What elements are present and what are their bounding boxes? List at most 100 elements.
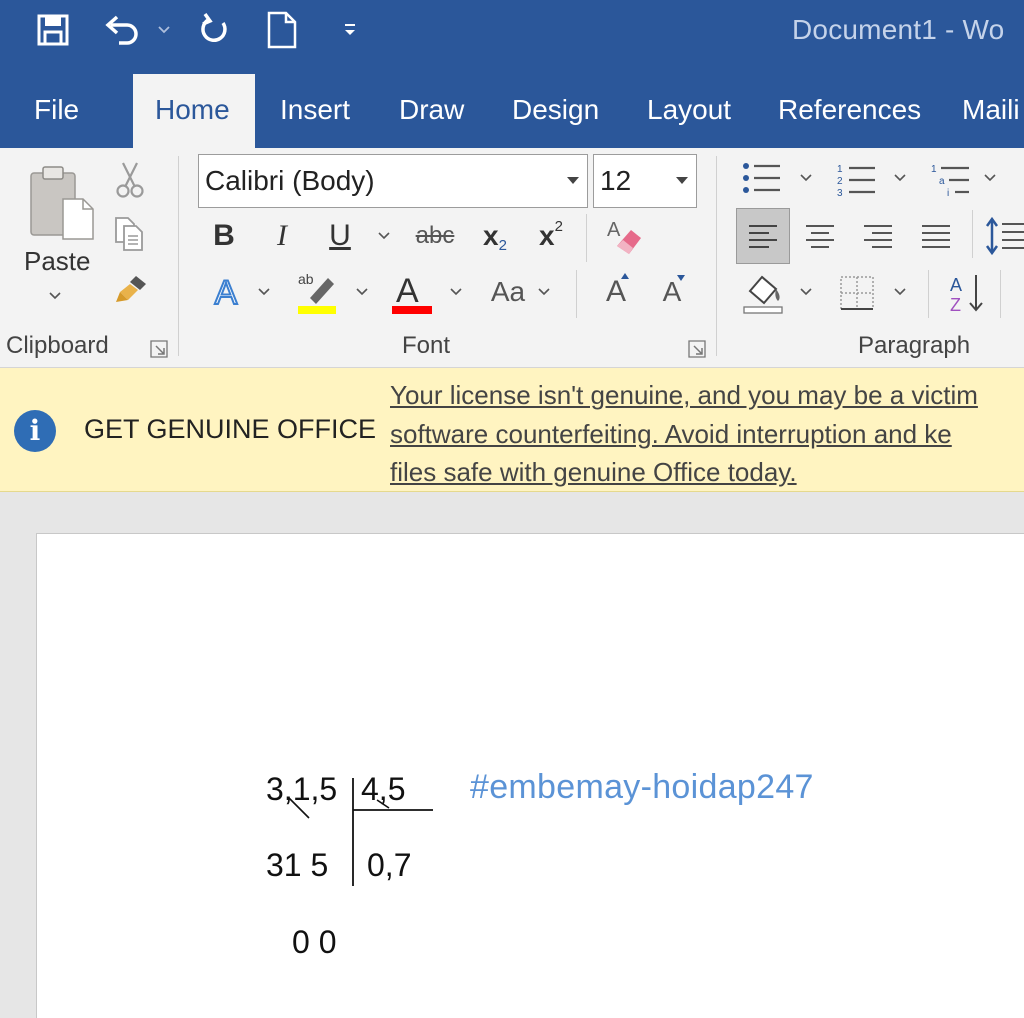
font-color-dropdown-icon[interactable] [446, 284, 466, 300]
document-page[interactable]: 3,1,5 4,5 31 5 0,7 0 0 #embemay-hoidap24… [36, 533, 1024, 1018]
font-launcher-icon[interactable] [688, 340, 706, 358]
paragraph-group-label: Paragraph [858, 332, 971, 359]
caret-down-icon [677, 275, 685, 281]
grow-font-button[interactable]: A [596, 268, 636, 316]
line-spacing-icon[interactable] [984, 210, 1024, 262]
sort-icon[interactable]: A Z [944, 268, 988, 318]
underline-button[interactable]: U [318, 214, 362, 258]
paste-label: Paste [24, 246, 91, 276]
subscript-base: x [483, 220, 499, 251]
highlight-color-icon[interactable]: ab [294, 268, 340, 318]
clear-formatting-icon[interactable]: A [600, 212, 646, 260]
font-name-value: Calibri (Body) [205, 165, 375, 196]
svg-text:A: A [396, 272, 419, 310]
multilevel-dropdown-icon[interactable] [980, 170, 1000, 186]
group-divider [716, 156, 717, 356]
font-color-button[interactable]: A [390, 268, 434, 318]
tab-insert[interactable]: Insert [280, 72, 350, 148]
shrink-font-button[interactable]: A [652, 268, 692, 316]
tab-draw[interactable]: Draw [399, 72, 464, 148]
banner-message-line: files safe with genuine Office today. [390, 457, 797, 487]
format-painter-icon[interactable] [112, 270, 152, 310]
divider [576, 270, 577, 318]
highlight-dropdown-icon[interactable] [352, 284, 372, 300]
borders-dropdown-icon[interactable] [890, 284, 910, 300]
ribbon-tabs: File Home Insert Draw Design Layout Refe… [0, 72, 1024, 148]
borders-icon[interactable] [834, 270, 880, 316]
save-icon[interactable] [30, 8, 76, 52]
svg-text:i: i [947, 188, 949, 199]
document-canvas: 3,1,5 4,5 31 5 0,7 0 0 #embemay-hoidap24… [0, 493, 1024, 1018]
italic-button[interactable]: I [262, 214, 302, 258]
tab-file[interactable]: File [34, 72, 79, 148]
tab-references[interactable]: References [778, 72, 921, 148]
svg-text:3: 3 [837, 188, 843, 199]
font-size-select[interactable]: 12 [593, 154, 697, 208]
font-name-select[interactable]: Calibri (Body) [198, 154, 588, 208]
shading-dropdown-icon[interactable] [796, 284, 816, 300]
svg-text:1: 1 [931, 164, 937, 175]
paste-dropdown-icon[interactable] [44, 288, 66, 304]
svg-text:a: a [939, 176, 945, 187]
chevron-down-icon [676, 177, 688, 184]
grow-font-label: A [605, 275, 626, 308]
text-effects-button[interactable]: A [206, 270, 246, 316]
align-center-button[interactable] [796, 208, 844, 264]
info-icon: i [14, 410, 56, 452]
divider [928, 270, 929, 318]
bullets-dropdown-icon[interactable] [796, 170, 816, 186]
watermark-text: #embemay-hoidap247 [470, 768, 814, 806]
copy-icon[interactable] [110, 214, 150, 254]
underline-dropdown-icon[interactable] [374, 228, 394, 244]
undo-icon[interactable] [98, 8, 144, 52]
numbering-dropdown-icon[interactable] [890, 170, 910, 186]
clipboard-launcher-icon[interactable] [150, 340, 168, 358]
justify-button[interactable] [912, 208, 960, 264]
shading-icon[interactable] [740, 268, 786, 318]
superscript-mark: 2 [554, 217, 563, 235]
caret-up-icon [621, 273, 629, 279]
redo-icon[interactable] [192, 8, 236, 52]
cut-icon[interactable] [110, 160, 150, 200]
change-case-button[interactable]: Aa [486, 270, 530, 314]
align-right-button[interactable] [854, 208, 902, 264]
font-group-label: Font [402, 332, 451, 359]
text-effects-dropdown-icon[interactable] [254, 284, 274, 300]
subscript-mark: 2 [498, 236, 507, 254]
new-document-icon[interactable] [262, 8, 302, 52]
svg-text:1: 1 [837, 164, 843, 175]
clipboard-group-label: Clipboard [6, 332, 109, 359]
genuine-office-banner: i GET GENUINE OFFICE Your license isn't … [0, 368, 1024, 492]
superscript-button[interactable]: x2 [528, 214, 574, 258]
multilevel-list-icon[interactable]: 1 a i [928, 158, 974, 202]
tab-home[interactable]: Home [133, 74, 255, 148]
svg-text:Z: Z [950, 295, 961, 315]
banner-message-line: Your license isn't genuine, and you may … [390, 380, 978, 410]
banner-title: GET GENUINE OFFICE [84, 414, 377, 444]
strikethrough-button[interactable]: abc [410, 214, 460, 258]
banner-message-line: software counterfeiting. Avoid interrupt… [390, 418, 952, 449]
tab-layout[interactable]: Layout [647, 72, 731, 148]
undo-dropdown-icon[interactable] [154, 8, 174, 52]
tab-design[interactable]: Design [512, 72, 599, 148]
divider [1000, 270, 1001, 318]
document-title: Document1 - Wo [792, 14, 1005, 45]
tab-mailings[interactable]: Maili [962, 72, 1020, 148]
paste-button[interactable] [22, 162, 100, 242]
svg-text:ab: ab [298, 271, 314, 287]
numbering-icon[interactable]: 1 2 3 [834, 158, 880, 202]
division-lines [288, 778, 433, 886]
svg-text:A: A [950, 275, 962, 295]
font-size-value: 12 [600, 165, 632, 196]
customize-qat-icon[interactable] [338, 8, 362, 52]
change-case-dropdown-icon[interactable] [534, 284, 554, 300]
bold-button[interactable]: B [204, 214, 244, 258]
align-left-button[interactable] [736, 208, 790, 264]
svg-text:2: 2 [837, 176, 843, 187]
chevron-down-icon [567, 177, 579, 184]
bullets-icon[interactable] [740, 158, 784, 198]
subscript-button[interactable]: x2 [472, 214, 518, 258]
divider [586, 214, 587, 262]
banner-message-link[interactable]: Your license isn't genuine, and you may … [390, 376, 978, 492]
svg-text:A: A [607, 219, 621, 241]
